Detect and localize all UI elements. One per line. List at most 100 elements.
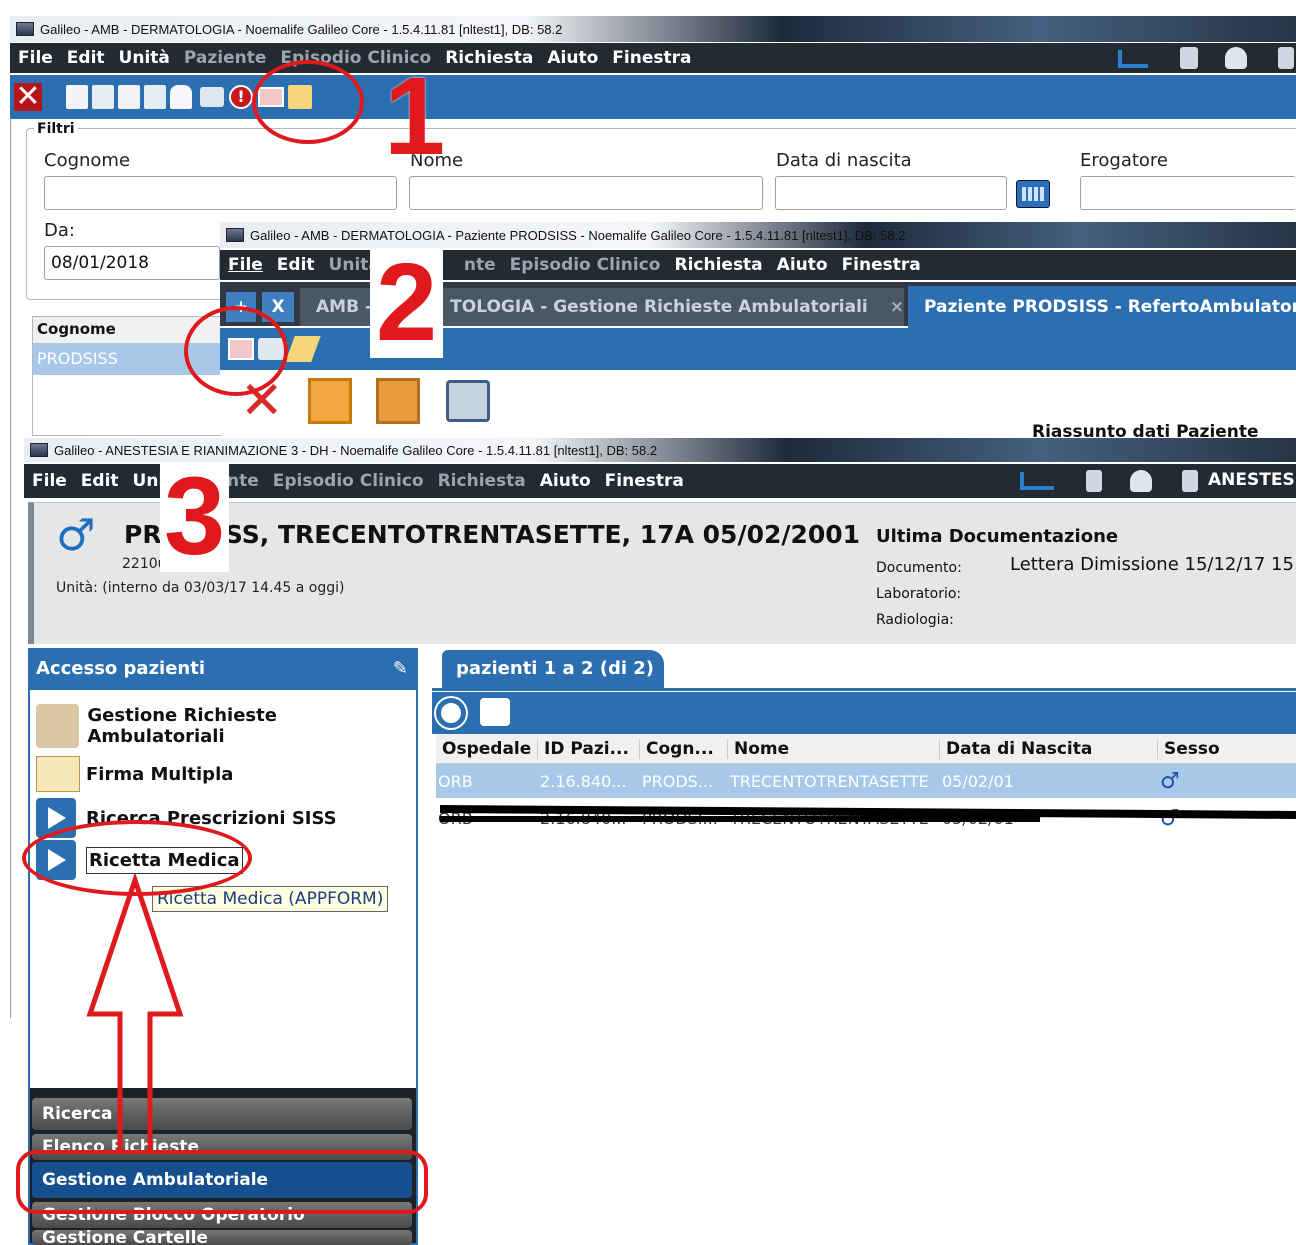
menu-edit[interactable]: Edit [81, 471, 119, 491]
annotation-number-2: 2 [370, 248, 444, 358]
menu-edit[interactable]: Edit [67, 48, 105, 68]
save-icon[interactable] [308, 378, 352, 424]
alert-icon[interactable]: ! [229, 85, 253, 109]
tab-pazienti[interactable]: pazienti 1 a 2 (di 2) [442, 650, 664, 690]
tab1-close-icon[interactable]: × [890, 297, 904, 317]
tab1-label-b: TOLOGIA - Gestione Richieste Ambulatoria… [450, 297, 868, 317]
annotation-number-3: 3 [160, 462, 230, 572]
data-nascita-label: Data di nascita [776, 150, 912, 171]
app-icon [30, 443, 48, 457]
edit-document-icon[interactable] [92, 85, 114, 109]
menu-aiuto[interactable]: Aiuto [777, 255, 828, 275]
annotation-box-gestione-ambulatoriale [16, 1150, 428, 1214]
copy-document-icon[interactable] [144, 85, 166, 109]
delete-document-icon[interactable] [118, 85, 140, 109]
sidebar-header-label: Accesso pazienti [36, 658, 206, 679]
menu-file[interactable]: File [18, 48, 53, 68]
print-icon[interactable] [480, 698, 510, 726]
menu-richiesta[interactable]: Richiesta [445, 48, 533, 68]
window2-title: Galileo - AMB - DERMATOLOGIA - Paziente … [250, 227, 906, 243]
male-icon: ♂ [56, 510, 96, 561]
menu-episodio[interactable]: Episodio Clinico [510, 255, 661, 275]
menu-aiuto[interactable]: Aiuto [547, 48, 598, 68]
cell-nome: TRECENTOTRENTASETTE [730, 771, 929, 791]
menu-paziente[interactable]: nte [464, 255, 496, 275]
window1-titlebar: Galileo - AMB - DERMATOLOGIA - Noemalife… [10, 16, 1296, 42]
calendar-icon[interactable] [1016, 180, 1050, 208]
documento-value[interactable]: Lettera Dimissione 15/12/17 15. [1010, 554, 1296, 575]
unit-label: ANESTESI [1208, 470, 1296, 490]
sidebar-item-firma-multipla[interactable]: Firma Multipla [36, 752, 416, 796]
cognome-label: Cognome [44, 150, 131, 171]
menu-paziente[interactable]: Paziente [184, 48, 267, 68]
new-document-icon[interactable] [66, 85, 88, 109]
cell-cognome: PRODS... [642, 771, 714, 791]
col-cognome[interactable]: Cogn... [640, 738, 728, 759]
tab-referto[interactable]: Paziente PRODSISS - RefertoAmbulator [908, 286, 1296, 328]
col-ospedale[interactable]: Ospedale [436, 738, 538, 759]
menu-aiuto[interactable]: Aiuto [540, 471, 591, 491]
da-label: Da: [44, 220, 75, 241]
user-icon[interactable] [1225, 47, 1247, 69]
menu-unita[interactable]: Unità [119, 48, 170, 68]
col-id-paziente[interactable]: ID Pazi... [538, 738, 640, 759]
da-date-input[interactable]: 08/01/2018 [44, 246, 220, 280]
close-icon[interactable]: ✕ [14, 82, 42, 112]
nav-gestione-cartelle[interactable]: Gestione Cartelle [32, 1230, 412, 1245]
patient-name: PR ISS, TRECENTOTRENTASETTE, 17A 05/02/20… [124, 520, 860, 549]
col-nome[interactable]: Nome [728, 738, 940, 759]
patient-card-icon-2[interactable] [1278, 47, 1294, 69]
notepad-icon [36, 756, 80, 792]
sidebar-header: Accesso pazienti ✎ [30, 650, 416, 690]
col-sesso[interactable]: Sesso [1158, 739, 1296, 759]
menu-finestra[interactable]: Finestra [605, 471, 684, 491]
menu-episodio[interactable]: Episodio Clinico [273, 471, 424, 491]
patient-name-b: ISS, TRECENTOTRENTASETTE, 17A 05/02/2001 [215, 520, 861, 549]
annotation-arrow-up [86, 874, 184, 1154]
camera-icon[interactable] [200, 87, 224, 107]
window1-title: Galileo - AMB - DERMATOLOGIA - Noemalife… [40, 21, 563, 37]
app-icon [226, 228, 244, 242]
grid-toolbar [432, 692, 1296, 734]
pin-icon[interactable]: ✎ [393, 658, 408, 679]
refresh-icon[interactable] [436, 698, 466, 728]
table-row[interactable]: ORB 2.16.840... PRODS... TRECENTOTRENTAS… [436, 764, 1296, 798]
menu-file[interactable]: File [32, 471, 67, 491]
menu-file[interactable]: File [228, 255, 263, 275]
app-icon [16, 22, 34, 36]
lock-icon[interactable] [170, 85, 192, 109]
annotation-circle-2 [184, 306, 288, 396]
data-nascita-input[interactable] [775, 176, 1007, 210]
cell-ospedale: ORB [438, 771, 473, 791]
documento-label: Documento: [876, 560, 962, 576]
menu-finestra[interactable]: Finestra [612, 48, 691, 68]
patient-unit: Unità: (interno da 03/03/17 14.45 a oggi… [56, 580, 345, 596]
window2-actionbar: ✕ Riassunto dati Paziente [220, 370, 1296, 442]
menu-richiesta[interactable]: Richiesta [438, 471, 526, 491]
annotation-number-1: 1 [384, 55, 446, 178]
patient-name-a: PR [124, 520, 162, 549]
menu-edit[interactable]: Edit [277, 255, 315, 275]
patient-card-icon-2[interactable] [1182, 470, 1198, 492]
erogatore-input[interactable] [1080, 176, 1296, 210]
nome-input[interactable] [409, 176, 763, 210]
save-lock-icon[interactable] [376, 378, 420, 424]
window3-title: Galileo - ANESTESIA E RIANIMAZIONE 3 - D… [54, 442, 658, 458]
menu-richiesta[interactable]: Richiesta [674, 255, 762, 275]
notepad-icon[interactable] [285, 336, 321, 362]
user-icon[interactable] [1130, 470, 1152, 492]
menu-finestra[interactable]: Finestra [842, 255, 921, 275]
patient-card-icon[interactable] [1086, 470, 1102, 492]
bed-icon[interactable] [1020, 472, 1054, 490]
print-icon[interactable] [446, 380, 490, 422]
window1-menubar: File Edit Unità Paziente Episodio Clinic… [10, 43, 1296, 73]
bed-icon[interactable] [1118, 50, 1148, 68]
cognome-input[interactable] [44, 176, 397, 210]
radiologia-label: Radiologia: [876, 612, 954, 628]
patient-card-icon[interactable] [1180, 47, 1198, 69]
col-data-nascita[interactable]: Data di Nascita [940, 738, 1158, 759]
sidebar-item-gestione-richieste[interactable]: Gestione Richieste Ambulatoriali [36, 704, 416, 748]
annotation-circle-1 [252, 60, 364, 144]
window1-toolbar: ✕ ! [10, 75, 1296, 119]
male-icon: ♂ [1160, 768, 1180, 794]
